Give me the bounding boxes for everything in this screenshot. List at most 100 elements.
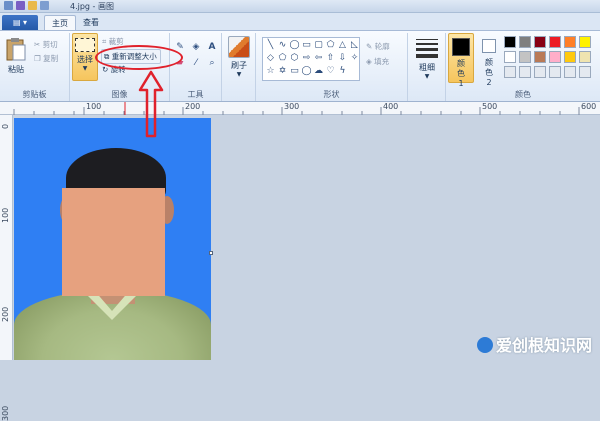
clipboard-group: 粘贴 ✂ 剪切 ❐ 复制 剪贴板 [0, 33, 70, 101]
ruler-label: 200 [185, 102, 201, 111]
redo-icon[interactable] [40, 1, 49, 10]
cut-button[interactable]: ✂ 剪切 [34, 39, 58, 50]
tools-group-label: 工具 [187, 90, 204, 99]
brushes-group: 刷子 ▼ [222, 33, 256, 101]
curve-shape-icon[interactable]: ∿ [277, 40, 288, 52]
paste-label: 粘贴 [8, 65, 24, 74]
arrow-left-shape-icon[interactable]: ⇦ [313, 53, 324, 65]
color-swatch[interactable] [564, 66, 576, 78]
ruler-label: 500 [482, 102, 498, 111]
line-shape-icon[interactable]: ╲ [265, 40, 276, 52]
color-swatch[interactable] [504, 66, 516, 78]
color-swatch[interactable] [519, 51, 531, 63]
right-triangle-shape-icon[interactable]: ◺ [349, 40, 360, 52]
color-swatch[interactable] [519, 66, 531, 78]
color-swatch[interactable] [504, 36, 516, 48]
chevron-down-icon: ▼ [82, 65, 88, 72]
rounded-rect-shape-icon[interactable]: ▢ [313, 40, 324, 52]
select-label: 选择 [77, 55, 93, 64]
tab-home[interactable]: 主页 [44, 15, 76, 30]
color-swatch[interactable] [534, 66, 546, 78]
face-redaction-block [62, 188, 165, 296]
color-swatch[interactable] [534, 51, 546, 63]
polygon-shape-icon[interactable]: ⬠ [325, 40, 336, 52]
ribbon: 粘贴 ✂ 剪切 ❐ 复制 剪贴板 选择 ▼ ⌗ 裁剪 ⧉ 重新调整大小 ↻ 旋转… [0, 30, 600, 102]
color-swatch[interactable] [549, 51, 561, 63]
copy-button[interactable]: ❐ 复制 [34, 53, 58, 64]
triangle-shape-icon[interactable]: △ [337, 40, 348, 52]
fill-button[interactable]: ◈ 填充 [366, 56, 389, 67]
color-swatch[interactable] [549, 66, 561, 78]
watermark-logo-icon [476, 337, 493, 353]
fill-icon: ◈ [366, 57, 372, 66]
shapes-group-label: 形状 [323, 90, 340, 99]
color1-button[interactable]: 颜色 1 [448, 33, 474, 88]
color-swatch[interactable] [534, 36, 546, 48]
color-swatch[interactable] [564, 36, 576, 48]
lightning-shape-icon[interactable]: ϟ [337, 66, 348, 78]
color-swatch[interactable] [564, 51, 576, 63]
color-swatch[interactable] [549, 36, 561, 48]
color-picker-icon[interactable]: ⁄ [190, 57, 202, 69]
title-bar: 4.jpg - 画图 [0, 0, 600, 13]
copy-icon: ❐ [34, 54, 41, 63]
ruler-label: 100 [86, 102, 102, 111]
crop-icon: ⌗ [102, 37, 107, 46]
colors-group-label: 颜色 [515, 90, 531, 99]
star4-shape-icon[interactable]: ✧ [349, 53, 360, 65]
oval-shape-icon[interactable]: ◯ [289, 40, 300, 52]
color2-swatch [482, 39, 496, 53]
magnifier-icon[interactable]: ⌕ [206, 57, 218, 69]
chevron-down-icon: ▼ [424, 73, 430, 80]
arrow-down-shape-icon[interactable]: ⇩ [337, 53, 348, 65]
callout-cloud-shape-icon[interactable]: ☁ [313, 66, 324, 78]
color2-button[interactable]: 颜色 2 [476, 33, 502, 87]
text-tool-icon[interactable]: A [206, 41, 218, 53]
outline-label: 轮廓 [374, 42, 390, 51]
chevron-down-icon: ▼ [236, 71, 242, 78]
arrow-up-shape-icon[interactable]: ⇧ [325, 53, 336, 65]
canvas-resize-handle[interactable] [209, 251, 213, 255]
window-title: 4.jpg - 画图 [70, 2, 114, 11]
size-label: 粗细 [419, 63, 435, 72]
color-swatch[interactable] [519, 36, 531, 48]
select-rectangle-icon [75, 38, 95, 52]
tab-view[interactable]: 查看 [76, 15, 106, 30]
rectangle-shape-icon[interactable]: ▭ [301, 40, 312, 52]
outline-button[interactable]: ✎ 轮廓 [366, 41, 390, 52]
paste-button[interactable]: 粘贴 [2, 35, 30, 75]
callout-rect-shape-icon[interactable]: ▭ [289, 66, 300, 78]
watermark: 爱创根知识网 [476, 332, 592, 356]
size-group: 粗细 ▼ [408, 33, 446, 101]
color-swatch[interactable] [504, 51, 516, 63]
callout-oval-shape-icon[interactable]: ◯ [301, 66, 312, 78]
pentagon-shape-icon[interactable]: ⬠ [277, 53, 288, 65]
heart-shape-icon[interactable]: ♡ [325, 66, 336, 78]
save-icon[interactable] [16, 1, 25, 10]
fill-bucket-icon[interactable]: ◈ [190, 41, 202, 53]
ruler-label: 300 [284, 102, 300, 111]
undo-icon[interactable] [28, 1, 37, 10]
size-button[interactable]: 粗细 ▼ [414, 37, 440, 80]
ruler-label: 0 [1, 123, 10, 129]
color1-swatch [452, 38, 470, 56]
hexagon-shape-icon[interactable]: ⬡ [289, 53, 300, 65]
color-swatch[interactable] [579, 36, 591, 48]
app-icon[interactable] [4, 1, 13, 10]
file-menu-button[interactable]: ▤ ▾ [2, 15, 38, 30]
cut-label: 剪切 [42, 40, 58, 49]
arrow-right-shape-icon[interactable]: ⇨ [301, 53, 312, 65]
star6-shape-icon[interactable]: ✡ [277, 66, 288, 78]
scissors-icon: ✂ [34, 40, 41, 49]
color-swatch[interactable] [579, 51, 591, 63]
line-width-icon [416, 39, 438, 58]
diamond-shape-icon[interactable]: ◇ [265, 53, 276, 65]
ruler-label: 400 [383, 102, 399, 111]
star5-shape-icon[interactable]: ☆ [265, 66, 276, 78]
ruler-label: 100 [1, 207, 10, 223]
shapes-gallery[interactable]: ╲ ∿ ◯ ▭ ▢ ⬠ △ ◺ ◇ ⬠ ⬡ ⇨ ⇦ ⇧ ⇩ ✧ ☆ ✡ ▭ ◯ … [262, 37, 360, 81]
color-swatch[interactable] [579, 66, 591, 78]
brushes-button[interactable]: 刷子 ▼ [225, 36, 253, 78]
image-canvas[interactable] [14, 118, 211, 360]
color2-label: 颜色 2 [485, 58, 493, 87]
